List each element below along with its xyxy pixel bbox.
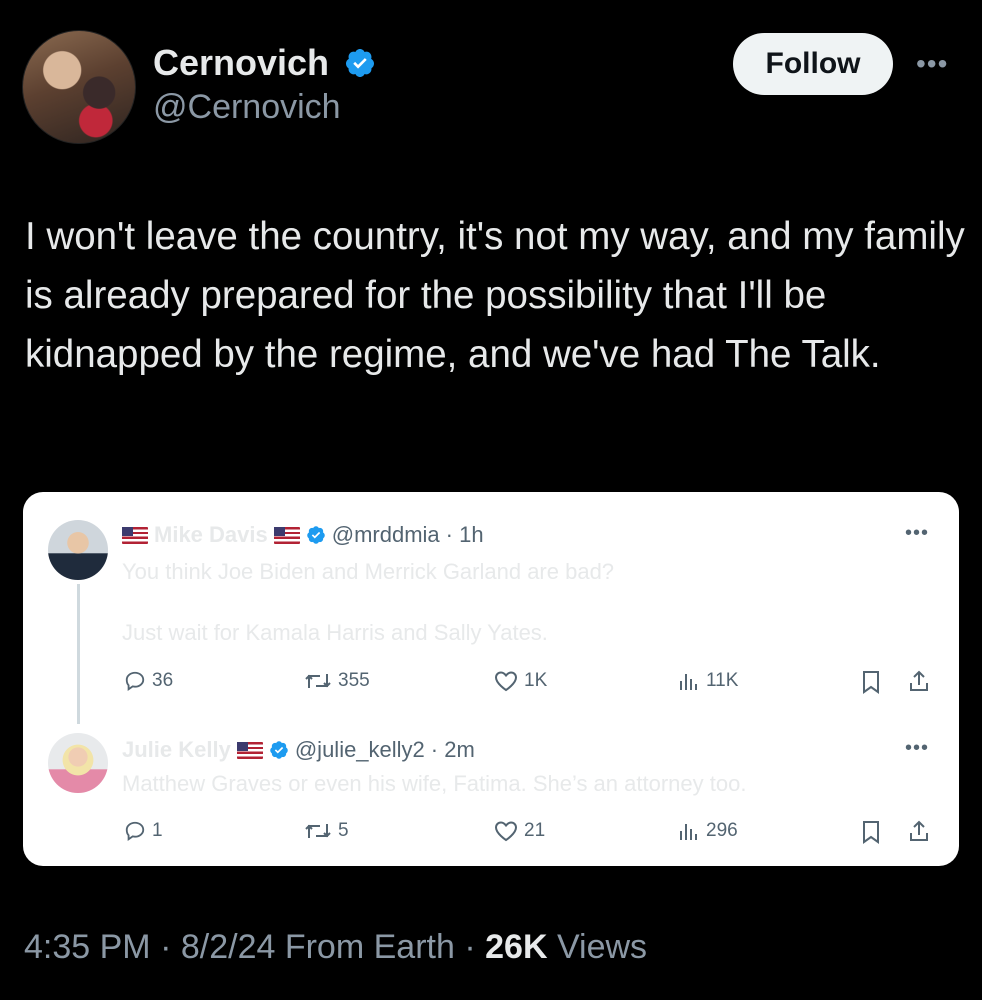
views-icon xyxy=(680,824,697,840)
reply-icon xyxy=(125,671,145,691)
second-post-time: · 2m xyxy=(430,737,475,762)
author-display-name[interactable]: Cernovich xyxy=(153,42,329,84)
second-post-views: 296 xyxy=(678,820,738,842)
tweet-text: I won't leave the country, it's not my w… xyxy=(25,215,965,376)
verified-badge-icon xyxy=(270,741,288,759)
views-icon xyxy=(680,674,697,690)
reply-icon xyxy=(125,821,145,841)
more-options-icon[interactable]: ••• xyxy=(916,48,948,80)
author-handle[interactable]: @Cernovich xyxy=(153,88,341,127)
first-post-replies-count: 36 xyxy=(152,670,174,691)
repost-icon xyxy=(305,674,331,688)
bookmark-icon xyxy=(863,671,879,694)
verified-badge-icon xyxy=(306,526,325,544)
first-post-reposts: 355 xyxy=(304,670,370,692)
first-post-header: Mike Davis @mrddmia · 1h xyxy=(122,522,484,548)
second-post-header: Julie Kelly @julie_kelly2 · 2m xyxy=(122,737,475,763)
post-date[interactable]: 8/2/24 xyxy=(181,928,276,966)
first-post-reposts-count: 355 xyxy=(338,670,370,691)
thread-connector-line xyxy=(77,584,80,724)
views-label[interactable]: Views xyxy=(557,928,647,966)
second-post-more-icon: ••• xyxy=(905,737,930,759)
second-post-replies: 1 xyxy=(124,820,163,842)
views-count[interactable]: 26K xyxy=(485,928,547,966)
share-icon xyxy=(910,820,928,841)
mike-davis-avatar xyxy=(48,520,108,580)
like-icon xyxy=(494,821,518,842)
first-post-time: · 1h xyxy=(445,522,484,547)
second-post-views-count: 296 xyxy=(706,820,738,841)
first-post-text-line1: You think Joe Biden and Merrick Garland … xyxy=(122,559,615,584)
like-icon xyxy=(494,671,518,692)
first-post-text-line2: Just wait for Kamala Harris and Sally Ya… xyxy=(122,620,548,645)
julie-kelly-avatar xyxy=(48,733,108,793)
first-post-replies: 36 xyxy=(124,670,173,692)
verified-badge-icon xyxy=(345,49,374,77)
first-post-likes-count: 1K xyxy=(524,670,548,691)
second-post-replies-count: 1 xyxy=(152,820,163,841)
first-post-handle: @mrddmia xyxy=(331,522,440,547)
us-flag-icon xyxy=(122,526,148,544)
second-post-handle: @julie_kelly2 xyxy=(294,737,425,762)
us-flag-icon xyxy=(236,741,263,759)
repost-icon xyxy=(305,824,331,838)
bookmark-icon xyxy=(863,821,879,844)
second-post-reposts-count: 5 xyxy=(338,820,349,841)
second-post-text: Matthew Graves or even his wife, Fatima.… xyxy=(122,771,747,796)
first-post-views-count: 11K xyxy=(706,670,739,691)
first-post-views: 11K xyxy=(678,670,738,692)
second-post-display-name: Julie Kelly xyxy=(122,737,231,762)
us-flag-icon xyxy=(273,526,300,544)
author-avatar[interactable] xyxy=(22,30,136,144)
first-post-likes: 1K xyxy=(494,670,547,692)
first-post-display-name: Mike Davis xyxy=(154,522,268,547)
post-source: From Earth xyxy=(284,928,455,966)
first-post-more-icon: ••• xyxy=(905,522,930,544)
follow-button[interactable]: Follow xyxy=(733,33,893,95)
second-post-likes-count: 21 xyxy=(524,820,546,841)
post-time[interactable]: 4:35 PM xyxy=(24,928,151,966)
second-post-reposts: 5 xyxy=(304,820,349,842)
share-icon xyxy=(910,670,928,691)
second-post-likes: 21 xyxy=(494,820,545,842)
tweet-footer: 4:35 PM · 8/2/24 From Earth · 26K Views xyxy=(24,928,648,966)
